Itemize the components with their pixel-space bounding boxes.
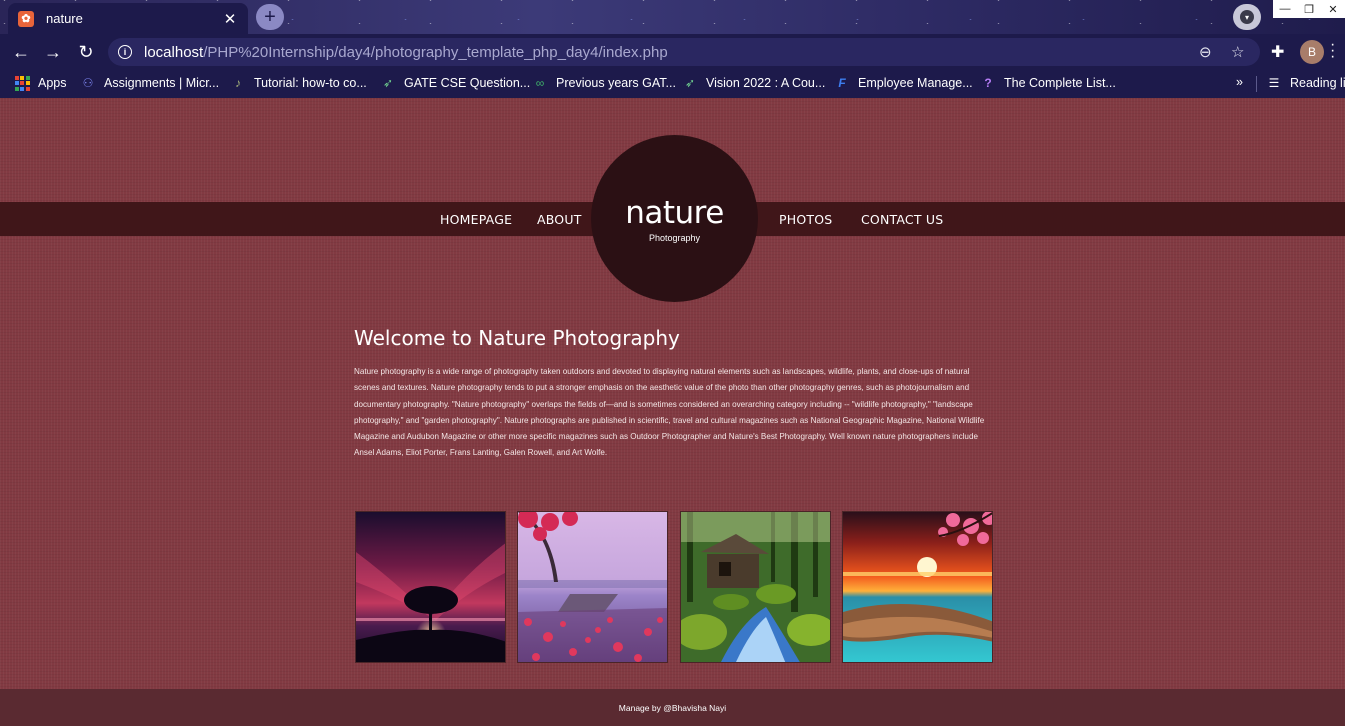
bookmark-assignments[interactable]: ⚇ Assignments | Micr... xyxy=(80,75,219,91)
guitar-icon: ♪ xyxy=(235,76,241,90)
webpage: HOMEPAGE ABOUT PHOTOS CONTACT US nature … xyxy=(0,98,1345,726)
apps-grid-icon xyxy=(14,75,30,91)
bookmarks-overflow-button[interactable]: » xyxy=(1236,75,1243,89)
nav-link-about[interactable]: ABOUT xyxy=(537,212,582,227)
close-window-button[interactable]: ✕ xyxy=(1321,0,1345,18)
logo-subtitle: Photography xyxy=(648,233,701,243)
welcome-heading: Welcome to Nature Photography xyxy=(354,326,680,350)
new-tab-button[interactable]: + xyxy=(256,4,284,30)
chevron-down-icon: ▾ xyxy=(1240,10,1254,24)
site-info-icon[interactable]: i xyxy=(118,45,132,59)
f-logo-icon: F xyxy=(838,76,846,90)
bookmarks-divider xyxy=(1256,76,1257,92)
browser-tab-strip: ✿ nature ✕ + ▾ — ❐ ✕ xyxy=(0,0,1345,34)
close-tab-icon[interactable]: ✕ xyxy=(222,10,238,28)
bookmarks-bar: Apps ⚇ Assignments | Micr... ♪ Tutorial:… xyxy=(0,70,1345,98)
nav-link-homepage[interactable]: HOMEPAGE xyxy=(440,212,512,227)
bookmark-gate-cse[interactable]: ➶ GATE CSE Question... xyxy=(380,75,530,91)
extensions-puzzle-icon[interactable]: ✚ xyxy=(1271,42,1284,62)
profile-avatar[interactable]: B xyxy=(1300,40,1324,64)
bookmark-vision-2022[interactable]: ➶ Vision 2022 : A Cou... xyxy=(682,75,825,91)
forward-button[interactable]: → xyxy=(41,40,65,64)
teams-icon: ⚇ xyxy=(82,76,94,90)
site-footer: Manage by @Bhavisha Nayi xyxy=(0,689,1345,726)
address-bar[interactable]: i localhost/PHP%20Internship/day4/photog… xyxy=(108,38,1260,66)
gallery-photo-pink-lake[interactable] xyxy=(517,511,668,663)
minimize-button[interactable]: — xyxy=(1273,0,1297,18)
reading-list-icon: ☰ xyxy=(1268,76,1280,90)
site-logo[interactable]: nature Photography xyxy=(591,135,758,302)
reload-button[interactable]: ↻ xyxy=(74,40,98,64)
logo-title: nature xyxy=(625,195,724,231)
rocket-icon: ➶ xyxy=(382,76,394,90)
nav-link-contact-us[interactable]: CONTACT US xyxy=(861,212,943,227)
bookmark-complete-list[interactable]: ? The Complete List... xyxy=(980,75,1116,91)
infinity-icon: ∞ xyxy=(535,76,545,90)
gallery-photo-forest-waterfall[interactable] xyxy=(680,511,831,663)
intro-paragraph: Nature photography is a wide range of ph… xyxy=(354,367,985,458)
window-controls: — ❐ ✕ xyxy=(1273,0,1345,18)
gallery-photo-sunset-sea[interactable] xyxy=(842,511,993,663)
bookmark-star-icon[interactable]: ☆ xyxy=(1231,43,1244,61)
tab-search-button[interactable]: ▾ xyxy=(1233,4,1261,30)
reading-list-button[interactable]: ☰ Reading lis xyxy=(1266,75,1345,91)
restore-button[interactable]: ❐ xyxy=(1297,0,1321,18)
tab-title: nature xyxy=(46,11,83,26)
xampp-icon: ✿ xyxy=(18,10,34,27)
browser-toolbar: ← → ↻ i localhost/PHP%20Internship/day4/… xyxy=(0,34,1345,70)
bookmark-employee-manage[interactable]: F Employee Manage... xyxy=(834,75,972,91)
bookmark-tutorial[interactable]: ♪ Tutorial: how-to co... xyxy=(230,75,367,91)
browser-tab[interactable]: ✿ nature ✕ xyxy=(8,3,248,34)
question-icon: ? xyxy=(984,76,992,90)
nav-link-photos[interactable]: PHOTOS xyxy=(779,212,832,227)
back-button[interactable]: ← xyxy=(9,40,33,64)
browser-menu-icon[interactable]: · · · xyxy=(1330,37,1335,65)
rocket-icon: ➶ xyxy=(684,76,696,90)
zoom-icon[interactable]: ⊖ xyxy=(1199,43,1212,61)
gallery-photo-tree-sunset[interactable] xyxy=(355,511,506,663)
url-text[interactable]: localhost/PHP%20Internship/day4/photogra… xyxy=(144,44,668,61)
bookmark-previous-years[interactable]: ∞ Previous years GAT... xyxy=(532,75,676,91)
footer-credit: Manage by @Bhavisha Nayi xyxy=(618,702,727,713)
bookmark-apps[interactable]: Apps xyxy=(14,75,67,91)
